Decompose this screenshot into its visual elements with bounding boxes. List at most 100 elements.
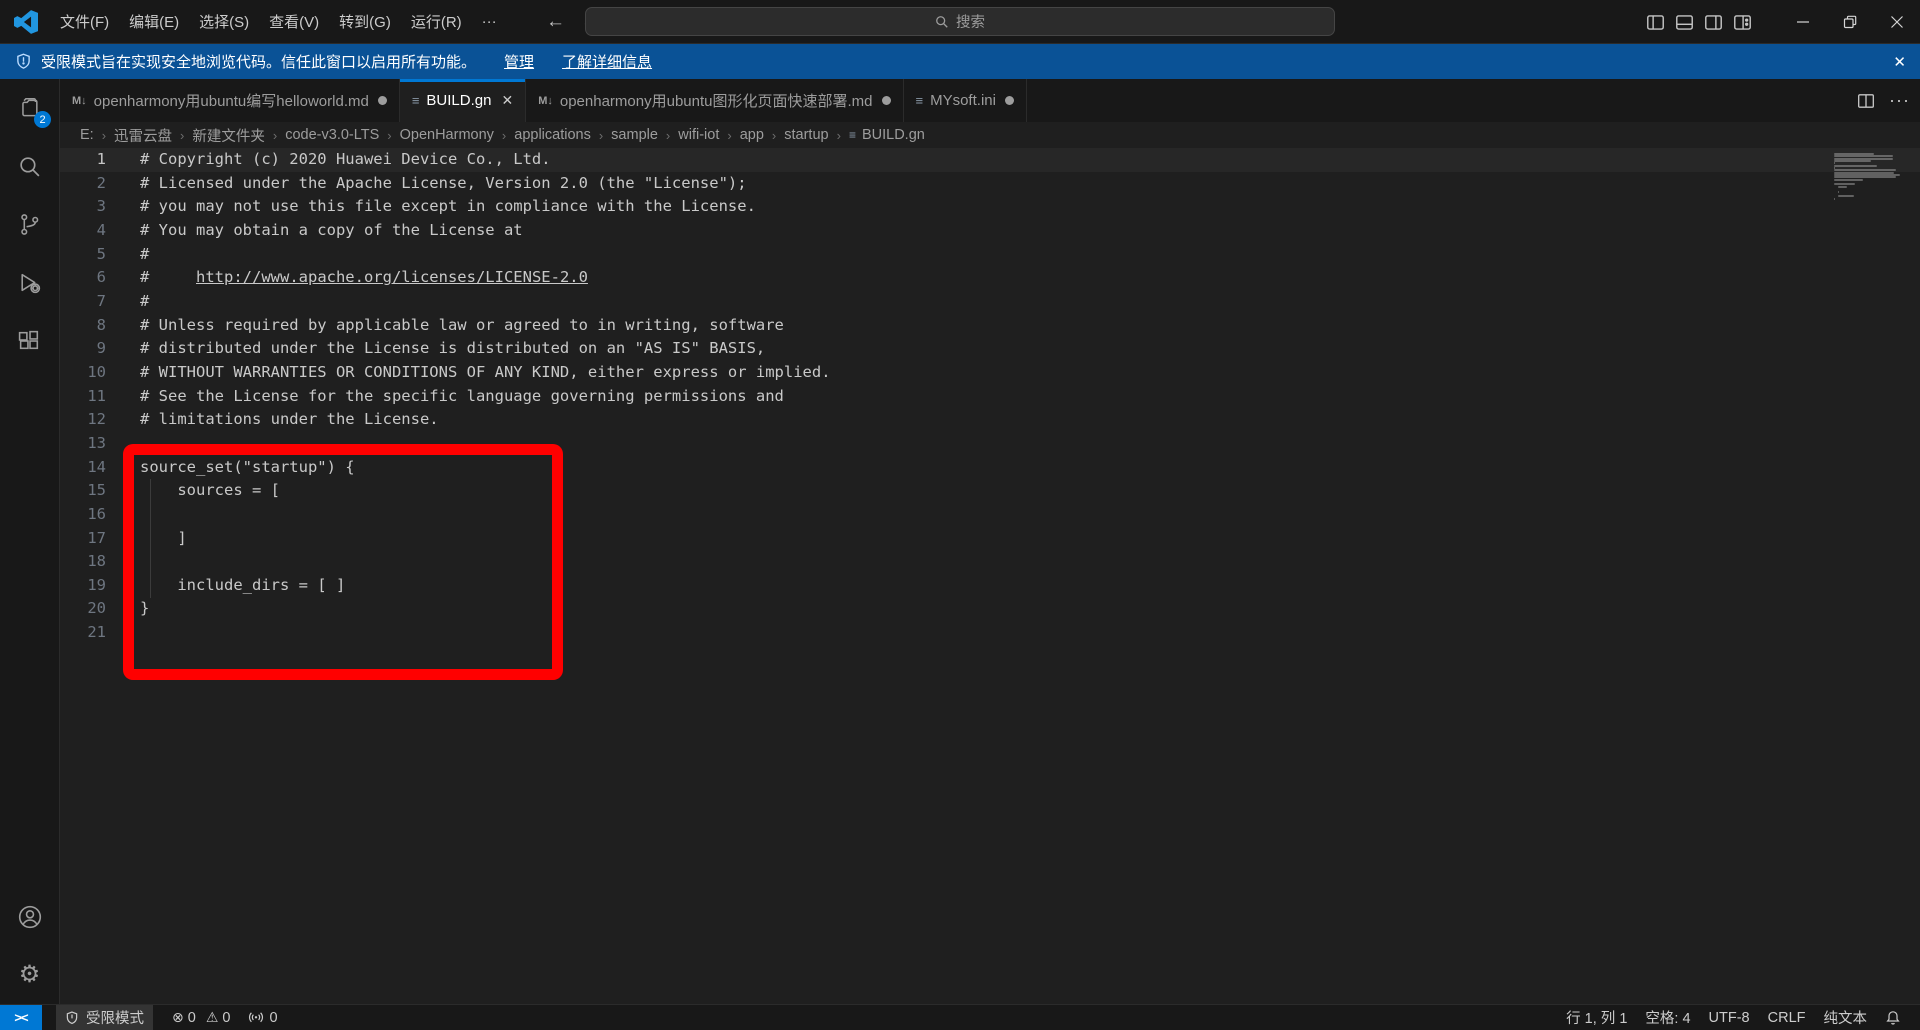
accounts-button[interactable] xyxy=(0,888,59,946)
error-count: 0 xyxy=(188,1010,196,1026)
code-line-6[interactable]: 6# http://www.apache.org/licenses/LICENS… xyxy=(60,266,1920,290)
settings-button[interactable]: ⚙ xyxy=(0,946,59,1004)
explorer-button[interactable]: 2 xyxy=(0,79,59,137)
modified-dot-icon[interactable] xyxy=(378,96,387,105)
tab-openharmony用ubuntu图形化页面快速部署.md[interactable]: M↓openharmony用ubuntu图形化页面快速部署.md xyxy=(526,79,903,122)
breadcrumb-item-0[interactable]: E: xyxy=(80,127,94,143)
line-text xyxy=(106,503,140,527)
menu-item-1[interactable]: 编辑(E) xyxy=(119,8,189,36)
breadcrumb-item-2[interactable]: 新建文件夹 xyxy=(192,125,265,146)
search-sidebar-button[interactable] xyxy=(0,137,59,195)
line-text: # xyxy=(106,243,149,267)
line-number: 9 xyxy=(60,337,106,361)
restore-button[interactable] xyxy=(1826,0,1873,44)
close-window-button[interactable] xyxy=(1873,0,1920,44)
cursor-position[interactable]: 行 1, 列 1 xyxy=(1557,1005,1636,1030)
error-icon: ⊗ xyxy=(172,1009,184,1026)
notifications-button[interactable] xyxy=(1876,1005,1910,1030)
tab-BUILD.gn[interactable]: ≡BUILD.gn✕ xyxy=(400,79,526,122)
code-line-8[interactable]: 8# Unless required by applicable law or … xyxy=(60,314,1920,338)
code-line-9[interactable]: 9# distributed under the License is dist… xyxy=(60,337,1920,361)
menu-item-5[interactable]: 运行(R) xyxy=(401,8,472,36)
code-line-13[interactable]: 13 xyxy=(60,432,1920,456)
code-line-4[interactable]: 4# You may obtain a copy of the License … xyxy=(60,219,1920,243)
breadcrumb-separator-icon: › xyxy=(102,128,106,143)
code-line-15[interactable]: 15 sources = [ xyxy=(60,479,1920,503)
breadcrumb-item-10[interactable]: ≡BUILD.gn xyxy=(849,127,925,143)
code-line-12[interactable]: 12# limitations under the License. xyxy=(60,408,1920,432)
menu-item-3[interactable]: 查看(V) xyxy=(259,8,329,36)
tab-MYsoft.ini[interactable]: ≡MYsoft.ini xyxy=(904,79,1027,122)
ports-status[interactable]: 0 xyxy=(239,1005,286,1030)
indentation-status[interactable]: 空格: 4 xyxy=(1636,1005,1699,1030)
modified-dot-icon[interactable] xyxy=(1005,96,1014,105)
menu-item-2[interactable]: 选择(S) xyxy=(189,8,259,36)
extensions-button[interactable] xyxy=(0,311,59,369)
eol-status[interactable]: CRLF xyxy=(1759,1005,1815,1030)
breadcrumb-item-1[interactable]: 迅雷云盘 xyxy=(114,125,172,146)
breadcrumb-separator-icon: › xyxy=(180,128,184,143)
minimap-line xyxy=(1834,165,1877,167)
breadcrumb-separator-icon: › xyxy=(666,128,670,143)
line-text: include_dirs = [ ] xyxy=(106,574,345,598)
split-editor-icon[interactable] xyxy=(1857,92,1875,110)
back-arrow-button[interactable]: ← xyxy=(546,11,565,33)
activity-bar: 2 ⚙ xyxy=(0,79,60,1004)
code-line-16[interactable]: 16 xyxy=(60,503,1920,527)
banner-close-button[interactable]: ✕ xyxy=(1893,44,1906,79)
source-control-button[interactable] xyxy=(0,195,59,253)
run-debug-button[interactable] xyxy=(0,253,59,311)
license-url-link[interactable]: http://www.apache.org/licenses/LICENSE-2… xyxy=(196,268,588,286)
code-line-3[interactable]: 3# you may not use this file except in c… xyxy=(60,195,1920,219)
menu-item-more[interactable]: ··· xyxy=(472,8,507,36)
menu-item-0[interactable]: 文件(F) xyxy=(50,8,119,36)
breadcrumb-item-8[interactable]: app xyxy=(740,127,764,143)
toggle-panel-icon[interactable] xyxy=(1675,13,1694,32)
breadcrumb-item-3[interactable]: code-v3.0-LTS xyxy=(285,127,379,143)
search-input[interactable]: 搜索 xyxy=(585,7,1335,36)
minimize-button[interactable] xyxy=(1779,0,1826,44)
menu-item-4[interactable]: 转到(G) xyxy=(329,8,401,36)
line-text: } xyxy=(106,597,149,621)
line-number: 15 xyxy=(60,479,106,503)
code-line-1[interactable]: 1# Copyright (c) 2020 Huawei Device Co.,… xyxy=(60,148,1920,172)
toggle-sidebar-icon[interactable] xyxy=(1646,13,1665,32)
line-text: # Licensed under the Apache License, Ver… xyxy=(106,172,747,196)
code-line-14[interactable]: 14source_set("startup") { xyxy=(60,456,1920,480)
breadcrumb-item-5[interactable]: applications xyxy=(514,127,591,143)
tab-bar: M↓openharmony用ubuntu编写helloworld.md≡BUIL… xyxy=(60,79,1920,122)
code-line-18[interactable]: 18 xyxy=(60,550,1920,574)
code-line-5[interactable]: 5# xyxy=(60,243,1920,267)
toggle-secondary-sidebar-icon[interactable] xyxy=(1704,13,1723,32)
breadcrumb-item-9[interactable]: startup xyxy=(784,127,828,143)
code-line-17[interactable]: 17 ] xyxy=(60,527,1920,551)
code-line-19[interactable]: 19 include_dirs = [ ] xyxy=(60,574,1920,598)
code-line-2[interactable]: 2# Licensed under the Apache License, Ve… xyxy=(60,172,1920,196)
breadcrumb-item-6[interactable]: sample xyxy=(611,127,658,143)
language-mode-status[interactable]: 纯文本 xyxy=(1815,1005,1877,1030)
code-line-20[interactable]: 20} xyxy=(60,597,1920,621)
code-line-11[interactable]: 11# See the License for the specific lan… xyxy=(60,385,1920,409)
manage-link[interactable]: 管理 xyxy=(504,51,534,72)
code-editor[interactable]: 1# Copyright (c) 2020 Huawei Device Co.,… xyxy=(60,148,1920,1004)
learn-more-link[interactable]: 了解详细信息 xyxy=(562,51,652,72)
code-line-21[interactable]: 21 xyxy=(60,621,1920,645)
tab-openharmony用ubuntu编写helloworld.md[interactable]: M↓openharmony用ubuntu编写helloworld.md xyxy=(60,79,400,122)
breadcrumb-item-4[interactable]: OpenHarmony xyxy=(400,127,494,143)
breadcrumb-separator-icon: › xyxy=(599,128,603,143)
encoding-status[interactable]: UTF-8 xyxy=(1700,1005,1759,1030)
code-line-7[interactable]: 7# xyxy=(60,290,1920,314)
more-actions-icon[interactable]: ··· xyxy=(1889,90,1910,111)
customize-layout-icon[interactable] xyxy=(1733,13,1752,32)
problems-status[interactable]: ⊗ 0 ⚠ 0 xyxy=(163,1005,239,1030)
close-tab-icon[interactable]: ✕ xyxy=(501,92,513,109)
status-bar-left: >< 受限模式 ⊗ 0 ⚠ 0 0 xyxy=(0,1005,287,1030)
minimap[interactable] xyxy=(1834,153,1904,202)
line-text: # Unless required by applicable law or a… xyxy=(106,314,784,338)
account-icon xyxy=(17,904,43,930)
remote-indicator[interactable]: >< xyxy=(0,1005,42,1030)
breadcrumb-item-7[interactable]: wifi-iot xyxy=(678,127,719,143)
restricted-mode-status[interactable]: 受限模式 xyxy=(56,1005,153,1030)
code-line-10[interactable]: 10# WITHOUT WARRANTIES OR CONDITIONS OF … xyxy=(60,361,1920,385)
modified-dot-icon[interactable] xyxy=(882,96,891,105)
